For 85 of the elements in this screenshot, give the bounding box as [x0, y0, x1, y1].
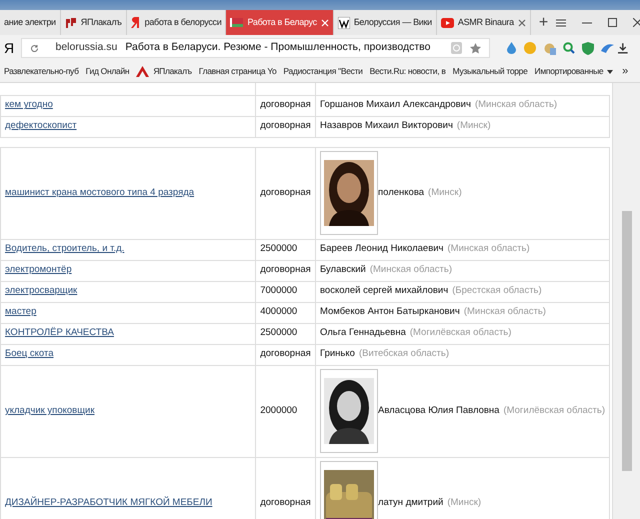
region-label: (Минская область): [464, 305, 546, 320]
browser-tab[interactable]: работа в белорусси: [126, 10, 226, 35]
person-name: Авласцова Юлия Павловна: [378, 404, 500, 418]
bookmark-link[interactable]: Развлекательно-пуб: [4, 65, 79, 78]
job-link[interactable]: ДИЗАЙНЕР-РАЗРАБОТЧИК МЯГКОЙ МЕБЕЛИ: [5, 496, 212, 508]
job-link[interactable]: укладчик упоковщик: [5, 404, 94, 416]
region-label: (Минск): [428, 186, 462, 200]
region-label: (Могилёвская область): [410, 326, 512, 340]
menu-icon[interactable]: [556, 18, 566, 26]
salary-cell: договорная: [256, 116, 316, 137]
caret-icon: [607, 70, 614, 74]
person-name: Назавров Михаил Викторович: [320, 119, 453, 134]
person-name: поленкова: [378, 186, 424, 200]
bookmark-link[interactable]: ЯПлакалъ: [136, 65, 192, 78]
minimize-icon[interactable]: [582, 22, 592, 24]
salary-cell: 2500000: [256, 239, 316, 260]
job-link[interactable]: электросварщик: [5, 285, 78, 296]
job-link[interactable]: электромонтёр: [5, 264, 72, 276]
salary-cell: 4000000: [256, 302, 316, 323]
person-name: Гринько: [320, 347, 355, 362]
logo-icon: [130, 16, 141, 29]
address-field[interactable]: belorussia.su Работа в Беларуси. Резюме - Промышленность, производство: [21, 38, 490, 58]
tab-label: работа в белорусси: [144, 16, 222, 29]
person-name: Ольга Геннадьевна: [320, 326, 406, 340]
job-link[interactable]: дефектоскопист: [5, 120, 77, 132]
close-icon[interactable]: [632, 18, 640, 27]
close-icon[interactable]: [518, 18, 526, 26]
region-label: (Брестская область): [452, 284, 542, 298]
job-link[interactable]: кем угодно: [5, 99, 53, 110]
new-tab-button[interactable]: +: [530, 10, 556, 35]
salary-cell: 2000000: [256, 365, 316, 457]
flag-icon: [230, 18, 244, 27]
region-label: (Могилёвская область): [503, 404, 605, 418]
salary-cell: договорная: [256, 260, 316, 281]
salary-cell: договорная: [256, 147, 316, 239]
job-link[interactable]: КОНТРОЛЁР КАЧЕСТВА: [5, 327, 114, 338]
tab-label: Белоруссия — Вики: [354, 16, 432, 29]
person-name: восколей сергей михайлович: [320, 284, 448, 298]
salary-cell: 2500000: [256, 323, 316, 344]
scrollbar[interactable]: [612, 83, 640, 519]
bookmark-link[interactable]: Гид Онлайн: [86, 65, 130, 78]
download-icon[interactable]: [618, 42, 628, 54]
person-name: Момбеков Антон Батырканович: [320, 305, 460, 320]
person-name: латун дмитрий: [378, 496, 444, 510]
region-label: (Минская область): [474, 98, 558, 112]
salary-cell: договорная: [256, 457, 316, 519]
tab-label: ание электри: [4, 16, 56, 29]
logo-icon: [64, 16, 77, 28]
scrollbar-thumb[interactable]: [622, 211, 632, 471]
drop-icon[interactable]: [506, 42, 518, 54]
video-icon: [440, 18, 454, 28]
region-label: (Минская область): [370, 263, 452, 278]
region-label: (Минская область): [448, 242, 530, 256]
bookmark-link[interactable]: Музыкальный торре: [452, 65, 528, 78]
person-name: Горшанов Михаил Александрович: [320, 98, 471, 112]
job-link[interactable]: мастер: [5, 306, 36, 318]
bookmark-link[interactable]: Радиостанция "Вести: [283, 65, 363, 78]
salary-cell: договорная: [256, 344, 316, 365]
browser-tab[interactable]: Работа в Беларус: [226, 10, 334, 35]
page-title: Работа в Беларуси. Резюме - Промышленность, производство: [125, 40, 430, 56]
maximize-icon[interactable]: [608, 18, 617, 27]
salary-cell: договорная: [256, 95, 316, 116]
url-domain: belorussia.su: [55, 40, 118, 56]
browser-logo[interactable]: Я: [4, 38, 18, 58]
region-label: (Минск): [447, 496, 482, 510]
logo-icon: [136, 66, 150, 77]
salary-cell: 7000000: [256, 281, 316, 302]
star-icon[interactable]: [470, 42, 482, 54]
tab-label: ЯПлакалъ: [80, 16, 122, 29]
region-label: (Минск): [456, 119, 491, 134]
person-name: Булавский: [320, 263, 366, 278]
tab-label: ASMR Binaura: [458, 16, 514, 29]
person-name: Бареев Леонид Николаевич: [320, 242, 444, 256]
region-label: (Витебская область): [358, 347, 450, 362]
reload-icon[interactable]: [30, 44, 40, 52]
job-link[interactable]: Боец скота: [5, 348, 54, 360]
tab-label: Работа в Беларус: [247, 16, 317, 29]
search-icon[interactable]: [563, 42, 576, 54]
job-link[interactable]: Водитель, строитель, и т.д.: [5, 243, 124, 254]
job-link[interactable]: машинист крана мостового типа 4 разряда: [5, 186, 194, 198]
bookmark-link[interactable]: Импортированные: [534, 65, 614, 78]
more-bookmarks-button[interactable]: »: [622, 63, 636, 80]
wiki-icon: [338, 16, 350, 28]
bookmark-link[interactable]: Главная страница Yo: [198, 65, 276, 78]
bookmark-link[interactable]: Вести.Ru: новости, в: [370, 65, 446, 78]
